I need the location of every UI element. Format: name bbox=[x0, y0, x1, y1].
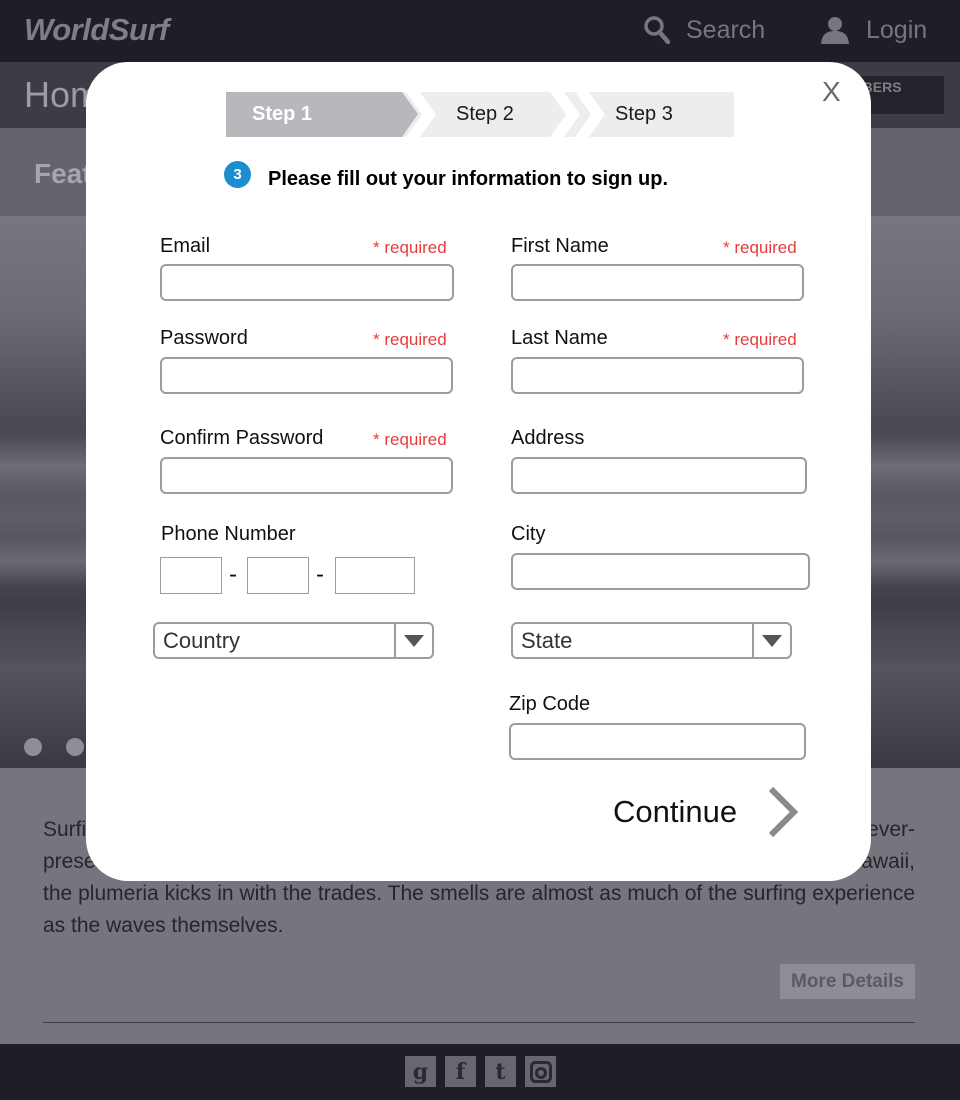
search-icon bbox=[644, 16, 670, 44]
dropdown-arrow-icon[interactable] bbox=[394, 624, 432, 657]
phone-area-code-field[interactable] bbox=[160, 557, 222, 594]
instagram-glyph bbox=[529, 1060, 552, 1083]
city-label: City bbox=[511, 523, 546, 545]
carousel-dot[interactable] bbox=[24, 738, 42, 756]
step-3-tab: Step 3 bbox=[615, 103, 673, 125]
site-logo[interactable]: WorldSurf bbox=[24, 12, 169, 48]
top-navbar: WorldSurf Search Login bbox=[0, 0, 960, 62]
facebook-icon[interactable]: f bbox=[445, 1056, 476, 1087]
required-note: * required bbox=[723, 238, 797, 257]
first-name-label: First Name bbox=[511, 235, 609, 257]
instruction-row: 3 Please fill out your information to si… bbox=[224, 161, 669, 191]
step-separator bbox=[406, 92, 436, 137]
dropdown-arrow-icon[interactable] bbox=[752, 624, 790, 657]
carousel-dot[interactable] bbox=[66, 738, 84, 756]
country-select-value: Country bbox=[163, 627, 241, 653]
phone-label: Phone Number bbox=[161, 523, 296, 545]
phone-separator: - bbox=[316, 561, 324, 588]
login-link[interactable]: Login bbox=[820, 14, 927, 46]
step-indicator: Step 1 Step 2 Step 3 bbox=[226, 92, 734, 137]
address-label: Address bbox=[511, 427, 585, 449]
signup-modal: X Step 1 Step 2 Step 3 3 Please fill out… bbox=[86, 62, 871, 881]
email-field[interactable] bbox=[160, 264, 454, 301]
login-label: Login bbox=[866, 15, 928, 44]
state-select[interactable]: State bbox=[511, 622, 792, 659]
password-label: Password bbox=[160, 327, 248, 349]
step-2-tab: Step 2 bbox=[456, 103, 514, 125]
divider bbox=[43, 1022, 915, 1023]
continue-label: Continue bbox=[613, 794, 738, 829]
last-name-field[interactable] bbox=[511, 357, 804, 394]
first-name-field[interactable] bbox=[511, 264, 804, 301]
phone-line-field[interactable] bbox=[335, 557, 415, 594]
user-icon bbox=[821, 17, 849, 44]
state-select-value: State bbox=[521, 627, 573, 653]
info-badge: 3 bbox=[224, 161, 251, 188]
search-label: Search bbox=[686, 15, 766, 44]
twitter-icon[interactable]: t bbox=[485, 1056, 516, 1087]
footer: g f t bbox=[0, 1044, 960, 1100]
zip-code-field[interactable] bbox=[509, 723, 806, 760]
required-note: * required bbox=[723, 330, 797, 349]
password-field[interactable] bbox=[160, 357, 453, 394]
required-note: * required bbox=[373, 430, 447, 449]
close-button[interactable]: X bbox=[822, 76, 841, 108]
step-separator bbox=[575, 92, 605, 137]
instagram-icon[interactable] bbox=[525, 1056, 556, 1087]
country-select[interactable]: Country bbox=[153, 622, 434, 659]
city-field[interactable] bbox=[511, 553, 810, 590]
last-name-label: Last Name bbox=[511, 327, 608, 349]
google-plus-icon[interactable]: g bbox=[405, 1056, 436, 1087]
zip-code-label: Zip Code bbox=[509, 693, 591, 715]
required-note: * required bbox=[373, 238, 447, 257]
confirm-password-field[interactable] bbox=[160, 457, 453, 494]
search-link[interactable]: Search bbox=[644, 14, 765, 46]
email-label: Email bbox=[160, 235, 211, 257]
required-note: * required bbox=[373, 330, 447, 349]
chevron-right-icon bbox=[768, 786, 799, 838]
instruction-text: Please fill out your information to sign… bbox=[268, 168, 669, 190]
address-field[interactable] bbox=[511, 457, 807, 494]
phone-prefix-field[interactable] bbox=[247, 557, 309, 594]
confirm-password-label: Confirm Password bbox=[160, 427, 324, 449]
step-1-tab: Step 1 bbox=[226, 92, 418, 137]
continue-button[interactable]: Continue bbox=[613, 786, 799, 838]
more-details-button[interactable]: More Details bbox=[780, 964, 915, 999]
phone-separator: - bbox=[229, 561, 237, 588]
